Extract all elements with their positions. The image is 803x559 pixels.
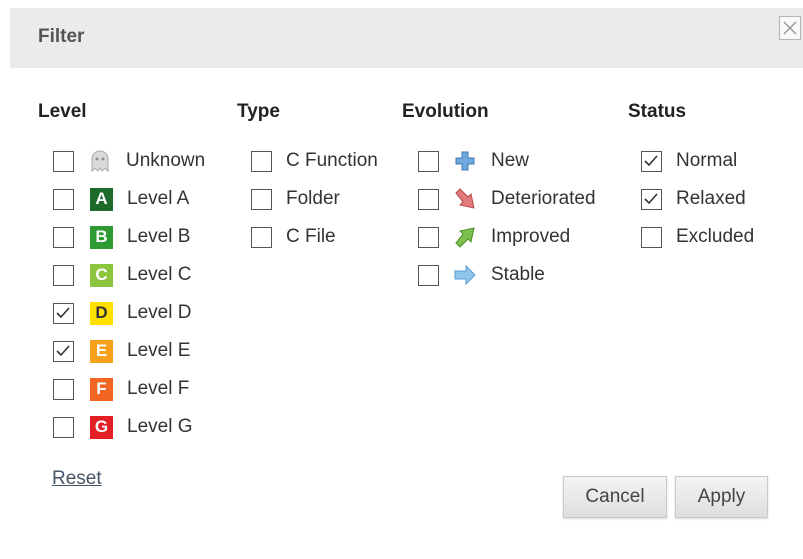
level-option-c[interactable]: C Level C (53, 262, 191, 288)
type-header: Type (237, 101, 280, 122)
level-d-label: Level D (127, 302, 192, 323)
checkmark-icon (644, 154, 658, 166)
type-c-file-checkbox[interactable] (251, 226, 272, 248)
dialog-title: Filter (38, 26, 85, 47)
evolution-option-deteriorated[interactable]: Deteriorated (418, 186, 596, 212)
arrow-down-right-icon (455, 188, 475, 209)
level-e-checkbox[interactable] (53, 340, 74, 362)
level-header: Level (38, 101, 87, 122)
level-option-unknown[interactable]: Unknown (53, 148, 205, 174)
level-b-badge: B (90, 225, 113, 249)
level-f-label: Level F (127, 378, 190, 399)
status-header: Status (628, 101, 687, 122)
arrow-right-icon (454, 264, 476, 286)
level-f-badge: F (90, 377, 113, 401)
level-option-f[interactable]: F Level F (53, 376, 189, 402)
evolution-option-stable[interactable]: Stable (418, 262, 545, 288)
evolution-option-improved[interactable]: Improved (418, 224, 570, 250)
level-option-b[interactable]: B Level B (53, 224, 190, 250)
apply-button[interactable]: Apply (675, 476, 768, 518)
evolution-improved-label: Improved (491, 226, 571, 247)
status-option-excluded[interactable]: Excluded (641, 224, 754, 250)
level-e-badge: E (90, 339, 113, 363)
status-relaxed-checkbox[interactable] (641, 188, 662, 210)
status-relaxed-label: Relaxed (676, 188, 746, 209)
evolution-header: Evolution (402, 101, 489, 122)
ghost-icon (91, 150, 109, 173)
level-a-checkbox[interactable] (53, 188, 74, 210)
type-c-function-checkbox[interactable] (251, 150, 272, 172)
evolution-stable-checkbox[interactable] (418, 264, 439, 286)
level-option-d[interactable]: D Level D (53, 300, 191, 326)
evolution-option-new[interactable]: New (418, 148, 529, 174)
cancel-button[interactable]: Cancel (563, 476, 667, 518)
dialog-titlebar: Filter (10, 8, 803, 68)
evolution-stable-label: Stable (491, 264, 545, 285)
level-c-badge: C (90, 263, 113, 287)
reset-link[interactable]: Reset (52, 468, 102, 490)
status-normal-checkbox[interactable] (641, 150, 662, 172)
type-c-file-label: C File (286, 226, 336, 247)
evolution-deteriorated-checkbox[interactable] (418, 188, 439, 210)
evolution-deteriorated-label: Deteriorated (491, 188, 596, 209)
level-d-badge: D (90, 301, 113, 325)
level-b-checkbox[interactable] (53, 226, 74, 248)
level-unknown-checkbox[interactable] (53, 150, 74, 172)
status-excluded-label: Excluded (676, 226, 755, 247)
level-unknown-label: Unknown (126, 150, 206, 171)
type-c-function-label: C Function (286, 150, 378, 171)
status-option-normal[interactable]: Normal (641, 148, 737, 174)
level-f-checkbox[interactable] (53, 378, 74, 400)
level-a-badge: A (90, 187, 113, 211)
status-excluded-checkbox[interactable] (641, 226, 662, 248)
level-g-badge: G (90, 415, 113, 439)
plus-icon (455, 151, 475, 171)
level-option-a[interactable]: A Level A (53, 186, 189, 212)
evolution-new-checkbox[interactable] (418, 150, 439, 172)
checkmark-icon (56, 306, 70, 318)
close-button[interactable] (779, 16, 801, 40)
type-folder-label: Folder (286, 188, 340, 209)
status-option-relaxed[interactable]: Relaxed (641, 186, 746, 212)
level-a-label: Level A (127, 188, 190, 209)
type-option-folder[interactable]: Folder (251, 186, 340, 212)
level-c-checkbox[interactable] (53, 264, 74, 286)
type-folder-checkbox[interactable] (251, 188, 272, 210)
type-option-c-file[interactable]: C File (251, 224, 336, 250)
level-d-checkbox[interactable] (53, 302, 74, 324)
level-b-label: Level B (127, 226, 191, 247)
evolution-new-label: New (491, 150, 530, 171)
level-g-checkbox[interactable] (53, 416, 74, 438)
arrow-up-right-icon (455, 227, 475, 248)
status-normal-label: Normal (676, 150, 738, 171)
checkmark-icon (56, 344, 70, 356)
type-option-c-function[interactable]: C Function (251, 148, 378, 174)
level-option-g[interactable]: G Level G (53, 414, 192, 440)
evolution-improved-checkbox[interactable] (418, 226, 439, 248)
level-option-e[interactable]: E Level E (53, 338, 190, 364)
level-e-label: Level E (127, 340, 191, 361)
close-icon (783, 21, 797, 35)
level-c-label: Level C (127, 264, 192, 285)
level-g-label: Level G (127, 416, 193, 437)
checkmark-icon (644, 192, 658, 204)
